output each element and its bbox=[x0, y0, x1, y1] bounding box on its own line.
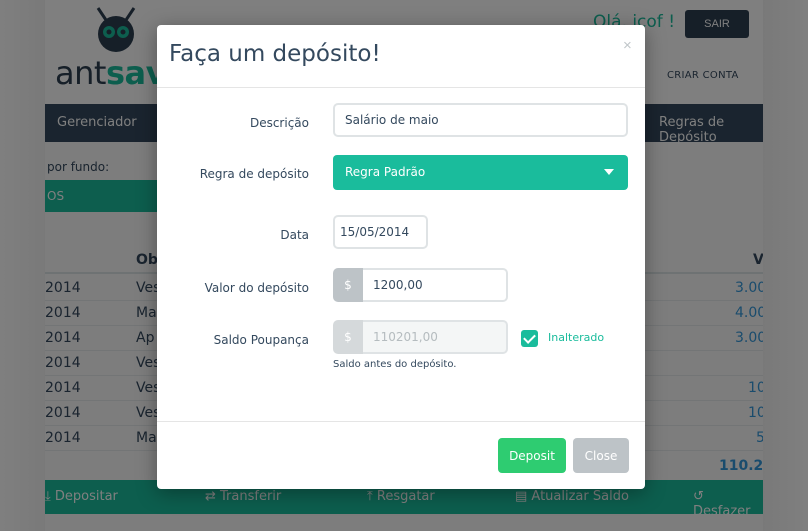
close-icon[interactable]: × bbox=[623, 37, 632, 54]
chevron-down-icon bbox=[604, 169, 614, 175]
unchanged-checkbox[interactable] bbox=[521, 330, 538, 347]
modal-header-divider bbox=[157, 87, 645, 88]
close-button[interactable]: Close bbox=[573, 438, 629, 473]
savings-currency-addon: $ bbox=[333, 320, 363, 354]
modal-title: Faça um depósito! bbox=[169, 41, 381, 67]
savings-label: Saldo Poupança bbox=[213, 333, 309, 347]
deposit-modal: Faça um depósito! × Descrição Salário de… bbox=[157, 25, 645, 489]
modal-footer-divider bbox=[157, 421, 645, 422]
description-field[interactable]: Salário de maio bbox=[333, 103, 628, 137]
deposit-rule-select[interactable]: Regra Padrão bbox=[333, 155, 628, 190]
description-label: Descrição bbox=[249, 116, 309, 130]
unchanged-checkbox-label[interactable]: Inalterado bbox=[548, 331, 604, 344]
amount-field[interactable]: 1200,00 bbox=[363, 268, 508, 302]
deposit-rule-label: Regra de depósito bbox=[199, 167, 309, 181]
date-field[interactable]: 15/05/2014 bbox=[333, 215, 428, 249]
date-label: Data bbox=[280, 228, 309, 242]
deposit-rule-value: Regra Padrão bbox=[345, 165, 426, 179]
savings-help-text: Saldo antes do depósito. bbox=[333, 359, 457, 370]
deposit-button[interactable]: Deposit bbox=[498, 438, 566, 473]
amount-currency-addon: $ bbox=[333, 268, 363, 302]
savings-field: 110201,00 bbox=[363, 320, 508, 354]
amount-label: Valor do depósito bbox=[204, 281, 309, 295]
